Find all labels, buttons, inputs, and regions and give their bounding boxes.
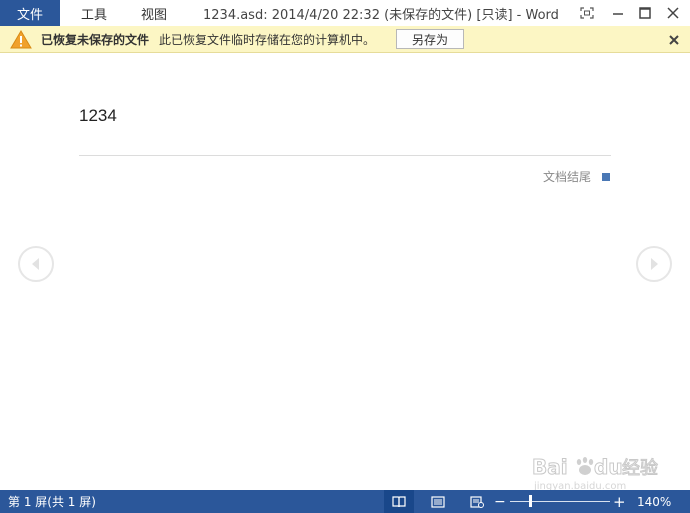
web-layout-button[interactable] [462, 490, 492, 513]
minimize-icon[interactable] [604, 0, 632, 26]
infobar-close-icon[interactable] [664, 26, 684, 53]
title-bar: 文件 工具 视图 1234.asd: 2014/4/20 22:32 (未保存的… [0, 0, 690, 26]
menu-view[interactable]: 视图 [141, 0, 167, 26]
print-layout-button[interactable] [423, 490, 453, 513]
zoom-out-button[interactable]: − [494, 490, 506, 513]
screen-count: 第 1 屏(共 1 屏) [8, 495, 96, 509]
zoom-slider-thumb[interactable] [529, 495, 532, 507]
svg-text:经验: 经验 [622, 458, 658, 479]
web-layout-icon [470, 495, 484, 508]
next-screen-button[interactable] [636, 246, 672, 282]
document-content[interactable]: 1234 [79, 106, 117, 126]
save-as-button[interactable]: 另存为 [396, 29, 464, 49]
chevron-right-icon [651, 258, 658, 270]
book-icon [392, 495, 406, 507]
infobar-message: 此已恢复文件临时存储在您的计算机中。 [159, 33, 376, 47]
previous-screen-button[interactable] [18, 246, 54, 282]
file-tab[interactable]: 文件 [0, 0, 60, 26]
document-end-marker [602, 173, 610, 181]
window-title: 1234.asd: 2014/4/20 22:32 (未保存的文件) [只读] … [203, 7, 559, 23]
status-bar: 第 1 屏(共 1 屏) − + 140% [0, 490, 690, 513]
baidu-watermark: Bai du 经验 jingyan.baidu.com [530, 452, 680, 493]
read-mode-button[interactable] [384, 490, 414, 513]
zoom-level[interactable]: 140% [637, 490, 671, 513]
svg-text:Bai: Bai [532, 455, 568, 479]
page-layout-icon [431, 495, 445, 508]
infobar-title: 已恢复未保存的文件 [41, 33, 150, 47]
close-icon[interactable] [659, 0, 687, 26]
document-end-label: 文档结尾 [543, 170, 592, 184]
warning-icon [10, 30, 32, 49]
fullscreen-icon[interactable] [573, 0, 601, 26]
zoom-in-button[interactable]: + [613, 490, 626, 513]
svg-text:du: du [594, 455, 623, 479]
recovered-file-infobar: 已恢复未保存的文件 此已恢复文件临时存储在您的计算机中。 另存为 [0, 26, 690, 53]
zoom-slider-track[interactable] [510, 501, 610, 502]
menu-tools[interactable]: 工具 [81, 0, 107, 26]
maximize-icon[interactable] [631, 0, 659, 26]
chevron-left-icon [32, 258, 39, 270]
document-divider [79, 155, 611, 156]
